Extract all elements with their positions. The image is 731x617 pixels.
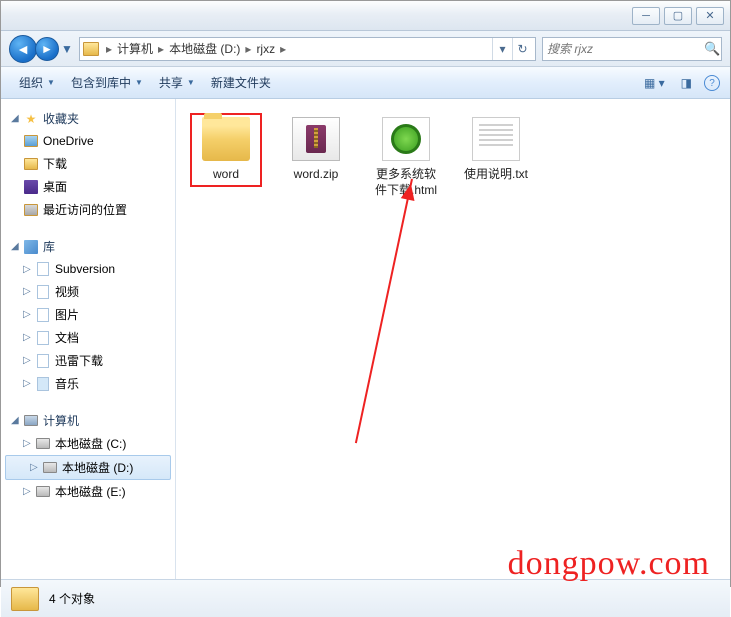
include-library-menu[interactable]: 包含到库中▼ bbox=[63, 74, 151, 91]
history-dropdown[interactable]: ▼ bbox=[61, 42, 73, 56]
sidebar-item-drive-d[interactable]: ▷本地磁盘 (D:) bbox=[5, 455, 171, 480]
status-bar: 4 个对象 bbox=[1, 579, 730, 617]
file-item-txt[interactable]: 使用说明.txt bbox=[460, 113, 532, 187]
sidebar-item-pictures[interactable]: ▷图片 bbox=[1, 303, 175, 326]
crumb-item[interactable]: rjxz bbox=[254, 42, 277, 56]
favorites-header[interactable]: ◢ ★ 收藏夹 bbox=[1, 107, 175, 130]
search-icon[interactable]: 🔍 bbox=[704, 41, 720, 57]
address-bar[interactable]: ▸ 计算机▸ 本地磁盘 (D:)▸ rjxz▸ ▾ ↻ bbox=[79, 37, 536, 61]
sidebar-item-thunder[interactable]: ▷迅雷下载 bbox=[1, 349, 175, 372]
forward-button[interactable]: ► bbox=[35, 37, 59, 61]
computer-group: ◢ 计算机 ▷本地磁盘 (C:) ▷本地磁盘 (D:) ▷本地磁盘 (E:) bbox=[1, 409, 175, 503]
status-text: 4 个对象 bbox=[49, 590, 95, 607]
star-icon: ★ bbox=[23, 111, 39, 127]
organize-menu[interactable]: 组织▼ bbox=[11, 74, 63, 91]
preview-pane-button[interactable]: ◨ bbox=[677, 74, 696, 92]
main-area: ◢ ★ 收藏夹 OneDrive 下载 桌面 最近访问的位置 ◢ 库 ▷Subv… bbox=[1, 99, 730, 579]
share-menu[interactable]: 共享▼ bbox=[151, 74, 203, 91]
library-icon bbox=[23, 239, 39, 255]
sidebar-item-drive-e[interactable]: ▷本地磁盘 (E:) bbox=[1, 480, 175, 503]
sidebar-item-onedrive[interactable]: OneDrive bbox=[1, 130, 175, 152]
maximize-button[interactable]: ▢ bbox=[664, 7, 692, 25]
minimize-button[interactable]: ─ bbox=[632, 7, 660, 25]
favorites-group: ◢ ★ 收藏夹 OneDrive 下载 桌面 最近访问的位置 bbox=[1, 107, 175, 221]
file-label: word.zip bbox=[294, 167, 339, 183]
navigation-pane: ◢ ★ 收藏夹 OneDrive 下载 桌面 最近访问的位置 ◢ 库 ▷Subv… bbox=[1, 99, 176, 579]
crumb-item[interactable]: 计算机 bbox=[115, 40, 155, 57]
folder-icon bbox=[83, 42, 99, 56]
sidebar-item-drive-c[interactable]: ▷本地磁盘 (C:) bbox=[1, 432, 175, 455]
search-box[interactable]: 🔍 bbox=[542, 37, 722, 61]
computer-icon bbox=[23, 413, 39, 429]
file-item-folder[interactable]: word bbox=[190, 113, 262, 187]
annotation-arrow bbox=[355, 179, 413, 444]
file-list-pane[interactable]: word word.zip 更多系统软件下载.html 使用说明.txt bbox=[176, 99, 730, 579]
libraries-group: ◢ 库 ▷Subversion ▷视频 ▷图片 ▷文档 ▷迅雷下载 ▷音乐 bbox=[1, 235, 175, 395]
folder-icon bbox=[202, 117, 250, 161]
zip-icon bbox=[292, 117, 340, 161]
sidebar-item-documents[interactable]: ▷文档 bbox=[1, 326, 175, 349]
sidebar-item-videos[interactable]: ▷视频 bbox=[1, 280, 175, 303]
sidebar-item-music[interactable]: ▷音乐 bbox=[1, 372, 175, 395]
new-folder-button[interactable]: 新建文件夹 bbox=[203, 74, 279, 91]
navigation-bar: ◄ ► ▼ ▸ 计算机▸ 本地磁盘 (D:)▸ rjxz▸ ▾ ↻ 🔍 bbox=[1, 31, 730, 67]
file-label: word bbox=[213, 167, 239, 183]
html-icon bbox=[382, 117, 430, 161]
refresh-button[interactable]: ↻ bbox=[512, 38, 532, 60]
sidebar-item-recent[interactable]: 最近访问的位置 bbox=[1, 198, 175, 221]
sidebar-item-downloads[interactable]: 下载 bbox=[1, 152, 175, 175]
search-input[interactable] bbox=[547, 42, 704, 56]
file-label: 使用说明.txt bbox=[464, 167, 528, 183]
back-button[interactable]: ◄ bbox=[9, 35, 37, 63]
address-dropdown[interactable]: ▾ bbox=[492, 38, 512, 60]
toolbar: 组织▼ 包含到库中▼ 共享▼ 新建文件夹 ▦ ▾ ◨ ? bbox=[1, 67, 730, 99]
sidebar-item-desktop[interactable]: 桌面 bbox=[1, 175, 175, 198]
sidebar-item-subversion[interactable]: ▷Subversion bbox=[1, 258, 175, 280]
breadcrumb: ▸ 计算机▸ 本地磁盘 (D:)▸ rjxz▸ bbox=[103, 38, 289, 60]
file-item-zip[interactable]: word.zip bbox=[280, 113, 352, 187]
help-button[interactable]: ? bbox=[704, 75, 720, 91]
libraries-header[interactable]: ◢ 库 bbox=[1, 235, 175, 258]
folder-icon bbox=[11, 587, 39, 611]
title-bar: ─ ▢ ✕ bbox=[1, 1, 730, 31]
computer-header[interactable]: ◢ 计算机 bbox=[1, 409, 175, 432]
close-button[interactable]: ✕ bbox=[696, 7, 724, 25]
view-options-button[interactable]: ▦ ▾ bbox=[640, 74, 669, 92]
txt-icon bbox=[472, 117, 520, 161]
crumb-item[interactable]: 本地磁盘 (D:) bbox=[167, 40, 242, 57]
